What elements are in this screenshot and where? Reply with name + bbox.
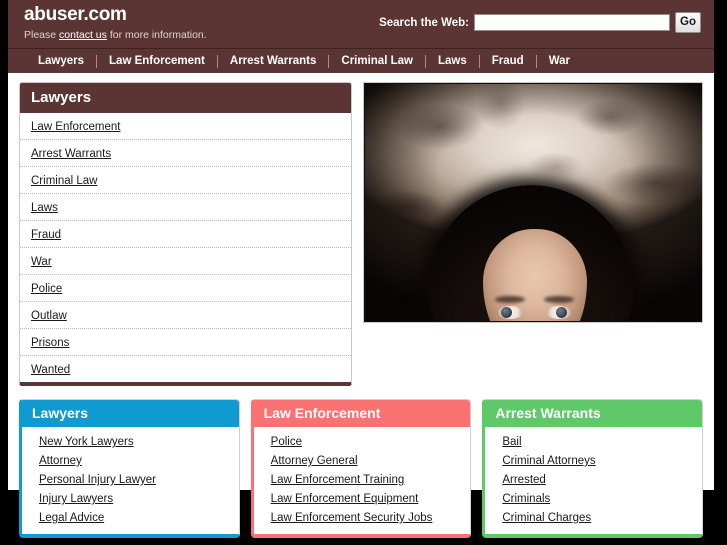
category-box-lawyers: Lawyers New York Lawyers Attorney Personal … (19, 399, 240, 538)
nav-item-criminal-law[interactable]: Criminal Law (329, 54, 425, 68)
feature-link-row: Laws (20, 194, 351, 221)
feature-link-row: Outlaw (20, 302, 351, 329)
feature-link-war[interactable]: War (31, 256, 52, 268)
contact-us-link[interactable]: contact us (59, 29, 107, 41)
feature-panel-title: Lawyers (20, 83, 351, 113)
nav-item-law-enforcement[interactable]: Law Enforcement (97, 54, 217, 68)
feature-link-row: Wanted (20, 356, 351, 382)
nav-item-arrest-warrants[interactable]: Arrest Warrants (218, 54, 329, 68)
main-navigation: Lawyers Law Enforcement Arrest Warrants Cri… (8, 49, 714, 73)
category-box-links: Police Attorney General Law Enforcement Tr… (254, 427, 471, 534)
photo-eye-left (497, 306, 523, 319)
search-input[interactable] (474, 14, 670, 31)
feature-link-criminal-law[interactable]: Criminal Law (31, 175, 97, 187)
category-box-title: Lawyers (22, 400, 239, 427)
category-link-law-enforcement-equipment[interactable]: Law Enforcement Equipment (254, 490, 471, 509)
tagline: Please contact us for more information. (24, 28, 207, 42)
feature-link-outlaw[interactable]: Outlaw (31, 310, 67, 322)
tagline-text-after: for more information. (106, 29, 207, 41)
photo-face (482, 229, 587, 321)
go-button[interactable]: Go (675, 12, 701, 33)
feature-link-row: Law Enforcement (20, 113, 351, 140)
feature-link-fraud[interactable]: Fraud (31, 229, 61, 241)
category-box-title: Arrest Warrants (485, 400, 703, 427)
feature-link-row: Arrest Warrants (20, 140, 351, 167)
feature-panel: Lawyers Law Enforcement Arrest Warrants Cr… (19, 82, 352, 386)
category-link-attorney-general[interactable]: Attorney General (254, 452, 471, 471)
site-header: abuser.com Please contact us for more in… (8, 0, 714, 49)
category-box-links: New York Lawyers Attorney Personal Injury … (22, 427, 239, 534)
feature-link-wanted[interactable]: Wanted (31, 364, 70, 376)
category-box-law-enforcement: Law Enforcement Police Attorney General Law… (250, 399, 472, 538)
photo-eye-right (545, 306, 571, 319)
brand: abuser.com Please contact us for more in… (24, 5, 207, 42)
feature-link-prisons[interactable]: Prisons (31, 337, 69, 349)
photo-iris-left (500, 307, 512, 318)
tagline-text-before: Please (24, 29, 60, 41)
category-link-bail[interactable]: Bail (485, 433, 702, 452)
page-root: abuser.com Please contact us for more in… (8, 0, 714, 538)
category-box-title: Law Enforcement (253, 400, 471, 427)
category-box-links: Bail Criminal Attorneys Arrested Criminals C… (485, 427, 702, 534)
category-link-new-york-lawyers[interactable]: New York Lawyers (22, 433, 239, 452)
category-link-injury-lawyers[interactable]: Injury Lawyers (22, 490, 239, 509)
category-box-arrest-warrants: Arrest Warrants Bail Criminal Attorneys Arr… (482, 399, 704, 538)
category-link-personal-injury-lawyer[interactable]: Personal Injury Lawyer (22, 471, 239, 490)
feature-link-law-enforcement[interactable]: Law Enforcement (31, 121, 121, 133)
feature-link-row: Fraud (20, 221, 351, 248)
category-link-arrested[interactable]: Arrested (485, 471, 702, 490)
feature-image (362, 82, 703, 323)
nav-item-lawyers[interactable]: Lawyers (26, 54, 96, 68)
feature-link-row: Criminal Law (20, 167, 351, 194)
category-link-attorney[interactable]: Attorney (22, 452, 239, 471)
woman-looking-up-photo (364, 84, 702, 321)
feature-link-row: Police (20, 275, 351, 302)
category-link-criminal-attorneys[interactable]: Criminal Attorneys (485, 452, 702, 471)
search-box: Search the Web: Go (379, 12, 701, 33)
feature-link-laws[interactable]: Laws (31, 202, 58, 214)
category-link-police[interactable]: Police (254, 433, 471, 452)
category-link-criminals[interactable]: Criminals (485, 490, 702, 509)
category-link-law-enforcement-training[interactable]: Law Enforcement Training (254, 471, 471, 490)
photo-eyebrow-right (543, 296, 574, 303)
photo-eyebrow-left (494, 296, 525, 303)
search-label: Search the Web: (379, 16, 469, 29)
nav-item-fraud[interactable]: Fraud (480, 54, 536, 68)
nav-item-laws[interactable]: Laws (426, 54, 479, 68)
category-boxes: Lawyers New York Lawyers Attorney Personal … (8, 386, 714, 538)
site-title: abuser.com (24, 4, 127, 25)
category-link-criminal-charges[interactable]: Criminal Charges (485, 509, 702, 528)
photo-iris-right (555, 307, 567, 318)
category-link-legal-advice[interactable]: Legal Advice (22, 509, 239, 528)
feature-link-row: Prisons (20, 329, 351, 356)
feature-link-row: War (20, 248, 351, 275)
feature-link-police[interactable]: Police (31, 283, 62, 295)
category-link-law-enforcement-security-jobs[interactable]: Law Enforcement Security Jobs (254, 509, 471, 528)
main-content: Lawyers Law Enforcement Arrest Warrants Cr… (8, 73, 714, 386)
feature-link-arrest-warrants[interactable]: Arrest Warrants (31, 148, 111, 160)
nav-item-war[interactable]: War (537, 54, 582, 68)
feature-panel-links: Law Enforcement Arrest Warrants Criminal L… (20, 113, 351, 382)
